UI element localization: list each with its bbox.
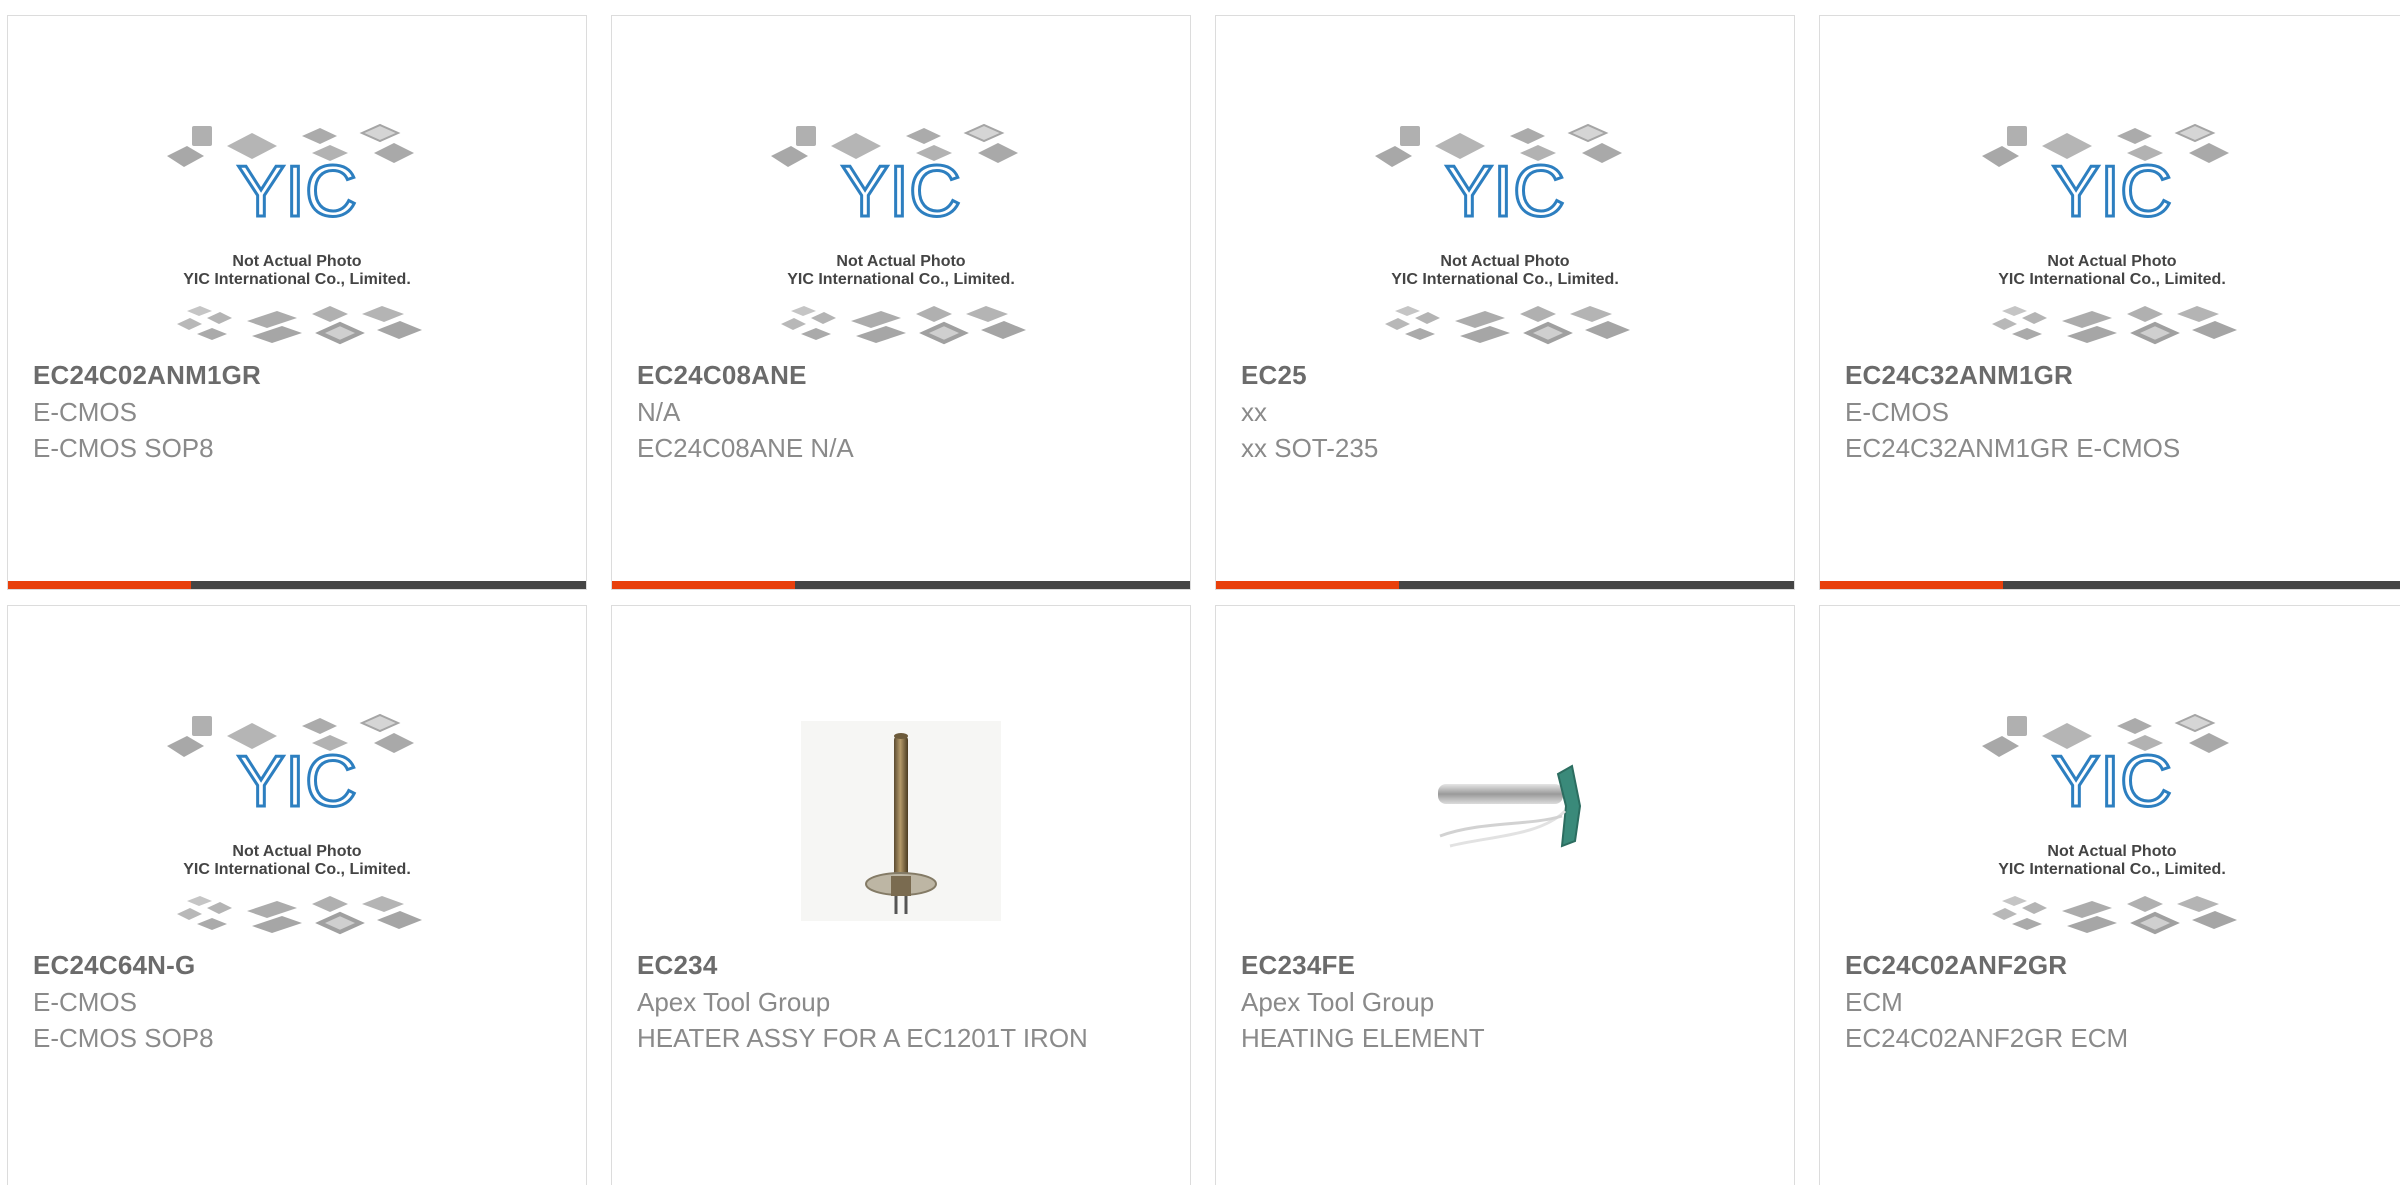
manufacturer: ECM bbox=[1845, 987, 1903, 1017]
part-number[interactable]: EC25 bbox=[1241, 356, 1769, 394]
svg-text:Not Actual Photo: Not Actual Photo bbox=[1440, 253, 1569, 270]
product-card[interactable]: YIC Not Actual Photo YIC International C… bbox=[611, 15, 1191, 590]
svg-text:Not Actual Photo: Not Actual Photo bbox=[232, 253, 361, 270]
manufacturer: E-CMOS bbox=[33, 987, 137, 1017]
svg-text:YIC: YIC bbox=[2052, 742, 2172, 822]
svg-text:YIC: YIC bbox=[841, 152, 961, 232]
card-accent-bar bbox=[1820, 581, 2400, 589]
svg-text:Not Actual Photo: Not Actual Photo bbox=[836, 253, 965, 270]
product-card[interactable]: YIC Not Actual Photo YIC International C… bbox=[1819, 15, 2400, 590]
part-number[interactable]: EC24C02ANM1GR bbox=[33, 356, 561, 394]
svg-text:YIC: YIC bbox=[1445, 152, 1565, 232]
product-card[interactable]: YIC Not Actual Photo YIC International C… bbox=[7, 605, 587, 1185]
description: E-CMOS SOP8 bbox=[33, 433, 214, 463]
svg-text:Not Actual Photo: Not Actual Photo bbox=[232, 843, 361, 860]
svg-text:Not Actual Photo: Not Actual Photo bbox=[2047, 253, 2176, 270]
card-accent-bar bbox=[8, 581, 586, 589]
svg-text:YIC International Co., Limited: YIC International Co., Limited. bbox=[787, 271, 1015, 288]
card-accent-bar bbox=[1216, 581, 1794, 589]
part-number[interactable]: EC234 bbox=[637, 946, 1165, 984]
card-accent-bar bbox=[612, 581, 1190, 589]
manufacturer: E-CMOS bbox=[1845, 397, 1949, 427]
product-card[interactable]: YIC Not Actual Photo YIC International C… bbox=[7, 15, 587, 590]
description: EC24C32ANM1GR E-CMOS bbox=[1845, 433, 2181, 463]
product-card[interactable]: EC234 Apex Tool Group HEATER ASSY FOR A … bbox=[611, 605, 1191, 1185]
part-number[interactable]: EC24C02ANF2GR bbox=[1845, 946, 2379, 984]
manufacturer: E-CMOS bbox=[33, 397, 137, 427]
svg-text:YIC International Co., Limited: YIC International Co., Limited. bbox=[1998, 271, 2226, 288]
manufacturer: N/A bbox=[637, 397, 681, 427]
description: EC24C02ANF2GR ECM bbox=[1845, 1023, 2129, 1053]
svg-text:YIC International Co., Limited: YIC International Co., Limited. bbox=[183, 271, 411, 288]
description: HEATING ELEMENT bbox=[1241, 1023, 1485, 1053]
description: HEATER ASSY FOR A EC1201T IRON bbox=[637, 1023, 1088, 1053]
heater-assembly-photo bbox=[801, 721, 1001, 921]
yic-placeholder-image: YIC Not Actual Photo YIC International C… bbox=[1981, 714, 2239, 935]
product-image[interactable]: YIC Not Actual Photo YIC International C… bbox=[1370, 96, 1640, 366]
product-image[interactable]: YIC Not Actual Photo YIC International C… bbox=[162, 686, 432, 956]
heating-element-photo bbox=[1438, 764, 1582, 848]
svg-text:Not Actual Photo: Not Actual Photo bbox=[2047, 843, 2176, 860]
manufacturer: Apex Tool Group bbox=[637, 987, 831, 1017]
part-number[interactable]: EC234FE bbox=[1241, 946, 1769, 984]
product-image[interactable]: YIC Not Actual Photo YIC International C… bbox=[162, 96, 432, 366]
manufacturer: xx bbox=[1241, 397, 1267, 427]
product-grid: YIC Not Actual Photo YIC International C… bbox=[0, 0, 2400, 1185]
svg-text:YIC: YIC bbox=[237, 742, 357, 822]
description: E-CMOS SOP8 bbox=[33, 1023, 214, 1053]
yic-placeholder-image: YIC Not Actual Photo YIC International C… bbox=[1374, 124, 1632, 345]
svg-text:YIC International Co., Limited: YIC International Co., Limited. bbox=[183, 861, 411, 878]
product-image[interactable] bbox=[1370, 686, 1640, 956]
svg-text:YIC: YIC bbox=[237, 152, 357, 232]
part-number[interactable]: EC24C32ANM1GR bbox=[1845, 356, 2379, 394]
product-card[interactable]: EC234FE Apex Tool Group HEATING ELEMENT bbox=[1215, 605, 1795, 1185]
description: xx SOT-235 bbox=[1241, 433, 1379, 463]
svg-text:YIC International Co., Limited: YIC International Co., Limited. bbox=[1998, 861, 2226, 878]
product-image[interactable] bbox=[766, 686, 1036, 956]
product-image[interactable]: YIC Not Actual Photo YIC International C… bbox=[1977, 96, 2247, 366]
product-card[interactable]: YIC Not Actual Photo YIC International C… bbox=[1819, 605, 2400, 1185]
description: EC24C08ANE N/A bbox=[637, 433, 854, 463]
manufacturer: Apex Tool Group bbox=[1241, 987, 1435, 1017]
product-card[interactable]: YIC Not Actual Photo YIC International C… bbox=[1215, 15, 1795, 590]
part-number[interactable]: EC24C08ANE bbox=[637, 356, 1165, 394]
yic-placeholder-image: YIC Not Actual Photo YIC International C… bbox=[166, 714, 424, 935]
svg-text:YIC: YIC bbox=[2052, 152, 2172, 232]
yic-placeholder-image: YIC Not Actual Photo YIC International C… bbox=[1981, 124, 2239, 345]
product-image[interactable]: YIC Not Actual Photo YIC International C… bbox=[1977, 686, 2247, 956]
product-image[interactable]: YIC Not Actual Photo YIC International C… bbox=[766, 96, 1036, 366]
part-number[interactable]: EC24C64N-G bbox=[33, 946, 561, 984]
yic-placeholder-image: YIC Not Actual Photo YIC International C… bbox=[166, 124, 424, 345]
svg-text:YIC International Co., Limited: YIC International Co., Limited. bbox=[1391, 271, 1619, 288]
yic-placeholder-image: YIC Not Actual Photo YIC International C… bbox=[770, 124, 1028, 345]
